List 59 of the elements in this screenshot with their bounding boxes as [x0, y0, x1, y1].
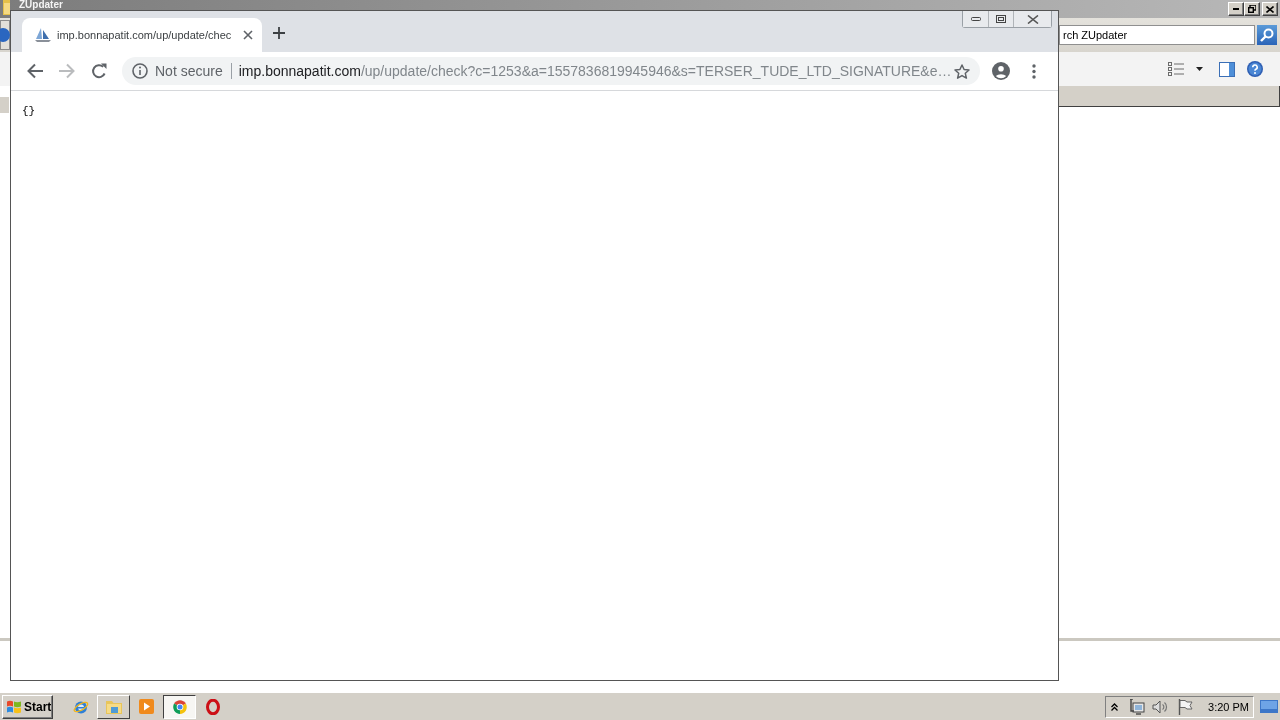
ring-logo-icon: [205, 698, 220, 715]
preview-pane-icon: [1219, 61, 1235, 77]
sail-favicon-icon: [35, 28, 51, 42]
view-menu-button[interactable]: [1194, 65, 1205, 73]
double-chevron-icon: [1111, 702, 1119, 711]
more-dots-icon: [1032, 63, 1036, 79]
close-icon: [243, 30, 253, 40]
avatar-icon: [992, 62, 1010, 80]
action-center-button[interactable]: [1178, 698, 1194, 715]
back-arrow-icon: [27, 63, 43, 79]
security-label[interactable]: Not secure: [155, 63, 223, 79]
help-button[interactable]: [1245, 59, 1265, 79]
close-icon: [1026, 14, 1039, 24]
play-icon: [139, 699, 154, 714]
close-button[interactable]: [1013, 11, 1051, 27]
page-text: {}: [22, 105, 36, 117]
minimize-button[interactable]: [963, 11, 988, 27]
windows-flag-icon: [6, 699, 22, 714]
navigation-pane-edge: [0, 97, 9, 113]
restore-icon: [1248, 5, 1256, 13]
maximize-button[interactable]: [988, 11, 1013, 27]
speaker-icon: [1152, 699, 1169, 714]
tab-title: imp.bonnapatit.com/up/update/chec: [57, 29, 233, 41]
list-view-icon: [1168, 62, 1184, 76]
start-button[interactable]: Start: [2, 694, 53, 719]
search-button[interactable]: [1257, 25, 1277, 45]
forward-arrow-icon: [59, 63, 75, 79]
taskbar-button[interactable]: [163, 694, 196, 719]
maximize-icon: [996, 15, 1006, 23]
caret-icon: [1196, 67, 1203, 71]
search-field[interactable]: rch ZUpdater: [1059, 25, 1255, 45]
star-icon[interactable]: [954, 63, 970, 79]
volume-button[interactable]: [1152, 699, 1169, 714]
close-icon: [1266, 5, 1274, 13]
restore-button[interactable]: [1244, 2, 1260, 16]
network-monitor-icon: [1129, 698, 1146, 715]
url-text: imp.bonnapatit.com/up/update/check?c=1253&a=1557836819945946&s=TERSER_TUDE_LTD_SIGNATURE&e…: [238, 63, 953, 79]
folder-icon: [3, 0, 10, 15]
preview-pane-button[interactable]: [1217, 59, 1237, 79]
search-icon: [1260, 28, 1274, 42]
round-button-icon[interactable]: [0, 20, 10, 50]
desktop-icon: [1260, 700, 1278, 713]
clock-time[interactable]: 3:20 PM: [1208, 700, 1249, 713]
plus-icon: [273, 27, 285, 39]
help-icon: [1247, 61, 1263, 77]
info-icon: [132, 63, 148, 79]
show-hidden-icons-button[interactable]: [1111, 702, 1119, 711]
browser-tab[interactable]: imp.bonnapatit.com/up/update/chec: [22, 18, 262, 52]
window-title: ZUpdater: [19, 0, 63, 10]
browser-logo-icon: [171, 698, 188, 715]
view-button[interactable]: [1166, 60, 1186, 78]
folder-icon: [105, 699, 122, 714]
address-field[interactable]: Not secure imp.bonnapatit.com/up/update/check?c=1253&a=1557836819945946&s=TERSER_TUDE_LTD_SIGNATURE&e…: [122, 57, 980, 85]
reload-icon: [91, 63, 107, 79]
minimize-icon: [970, 17, 981, 21]
flag-icon: [1178, 698, 1194, 715]
minimize-button[interactable]: [1228, 2, 1244, 16]
minimize-icon: [1233, 8, 1239, 10]
network-button[interactable]: [1129, 698, 1146, 715]
